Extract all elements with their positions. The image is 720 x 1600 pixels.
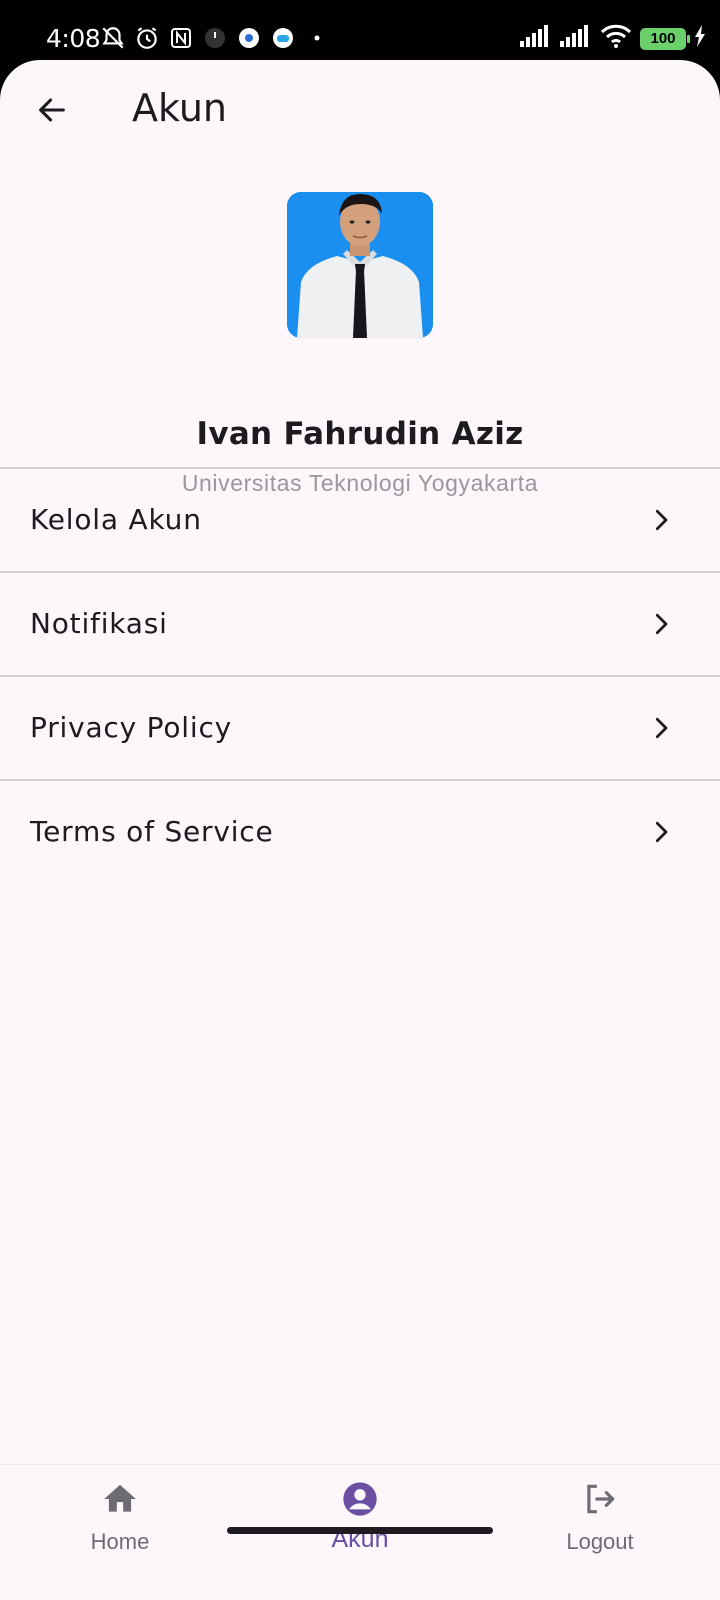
menu-item-terms-of-service[interactable]: Terms of Service xyxy=(0,779,720,883)
settings-app-icon xyxy=(236,25,262,51)
avatar xyxy=(287,192,433,338)
nav-item-home[interactable]: Home xyxy=(0,1465,240,1571)
signal-icon xyxy=(560,25,592,52)
menu-item-kelola-akun[interactable]: Kelola Akun xyxy=(0,467,720,571)
app-bar: Akun xyxy=(0,60,720,160)
status-notification-icons xyxy=(100,25,330,51)
charging-icon xyxy=(694,25,706,52)
app-screen: Akun Ivan Fahrudin Aziz Universitas Tekn… xyxy=(0,60,720,1600)
nav-item-logout[interactable]: Logout xyxy=(480,1465,720,1571)
chevron-right-icon xyxy=(655,821,668,843)
wifi-icon xyxy=(600,24,632,53)
home-icon xyxy=(100,1479,140,1519)
menu-item-label: Kelola Akun xyxy=(30,503,202,536)
menu-item-label: Terms of Service xyxy=(30,815,274,848)
chevron-right-icon xyxy=(655,717,668,739)
nav-label: Home xyxy=(90,1529,150,1554)
page-title: Akun xyxy=(132,86,227,130)
menu-item-label: Notifikasi xyxy=(30,607,168,640)
arrow-left-icon xyxy=(39,98,65,122)
status-time: 4:08 xyxy=(46,24,101,53)
nav-item-akun[interactable]: Akun xyxy=(240,1465,480,1571)
game-app-icon xyxy=(270,25,296,51)
signal-icon xyxy=(520,25,552,52)
profile-name: Ivan Fahrudin Aziz xyxy=(196,416,524,452)
chevron-right-icon xyxy=(655,613,668,635)
home-indicator[interactable] xyxy=(227,1527,493,1534)
chevron-right-icon xyxy=(655,509,668,531)
bottom-navigation: Home Akun Logout xyxy=(0,1464,720,1570)
status-system-icons: 100 xyxy=(520,24,706,53)
menu-item-notifikasi[interactable]: Notifikasi xyxy=(0,571,720,675)
account-circle-icon xyxy=(340,1479,380,1519)
nfc-icon xyxy=(168,25,194,51)
menu-item-label: Privacy Policy xyxy=(30,711,233,744)
back-button[interactable] xyxy=(26,84,78,136)
clock-app-icon xyxy=(202,25,228,51)
battery-icon: 100 xyxy=(640,27,690,50)
logout-icon xyxy=(580,1479,620,1519)
dot-icon xyxy=(304,25,330,51)
bell-off-icon xyxy=(100,25,126,51)
account-menu: Kelola Akun Notifikasi Privacy Policy Te… xyxy=(0,467,720,883)
menu-item-privacy-policy[interactable]: Privacy Policy xyxy=(0,675,720,779)
nav-label: Logout xyxy=(566,1529,634,1554)
alarm-icon xyxy=(134,25,160,51)
